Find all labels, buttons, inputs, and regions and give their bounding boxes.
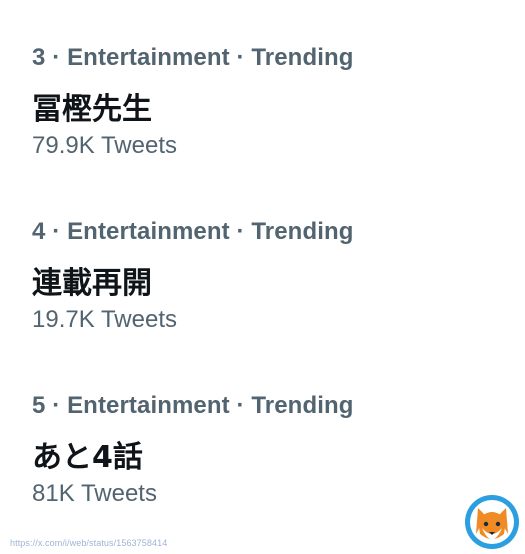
watermark-url: https://x.com/i/web/status/1563758414	[10, 538, 168, 548]
trends-page: 3 · Entertainment · Trending 冨樫先生 79.9K …	[0, 0, 525, 554]
trend-meta: 3 · Entertainment · Trending	[32, 44, 354, 71]
trend-name: 冨樫先生	[32, 92, 152, 127]
trend-name: あと4話	[32, 440, 143, 475]
trend-item[interactable]: 3 · Entertainment · Trending 冨樫先生 79.9K …	[0, 40, 525, 190]
fox-logo-icon	[465, 495, 519, 549]
trend-tweet-count: 81K Tweets	[32, 480, 157, 507]
trend-item[interactable]: 4 · Entertainment · Trending 連載再開 19.7K …	[0, 214, 525, 364]
trend-name: 連載再開	[32, 266, 152, 301]
trend-tweet-count: 19.7K Tweets	[32, 306, 177, 333]
trend-meta: 4 · Entertainment · Trending	[32, 218, 354, 245]
trend-item[interactable]: 5 · Entertainment · Trending あと4話 81K Tw…	[0, 388, 525, 538]
trend-meta: 5 · Entertainment · Trending	[32, 392, 354, 419]
trend-tweet-count: 79.9K Tweets	[32, 132, 177, 159]
